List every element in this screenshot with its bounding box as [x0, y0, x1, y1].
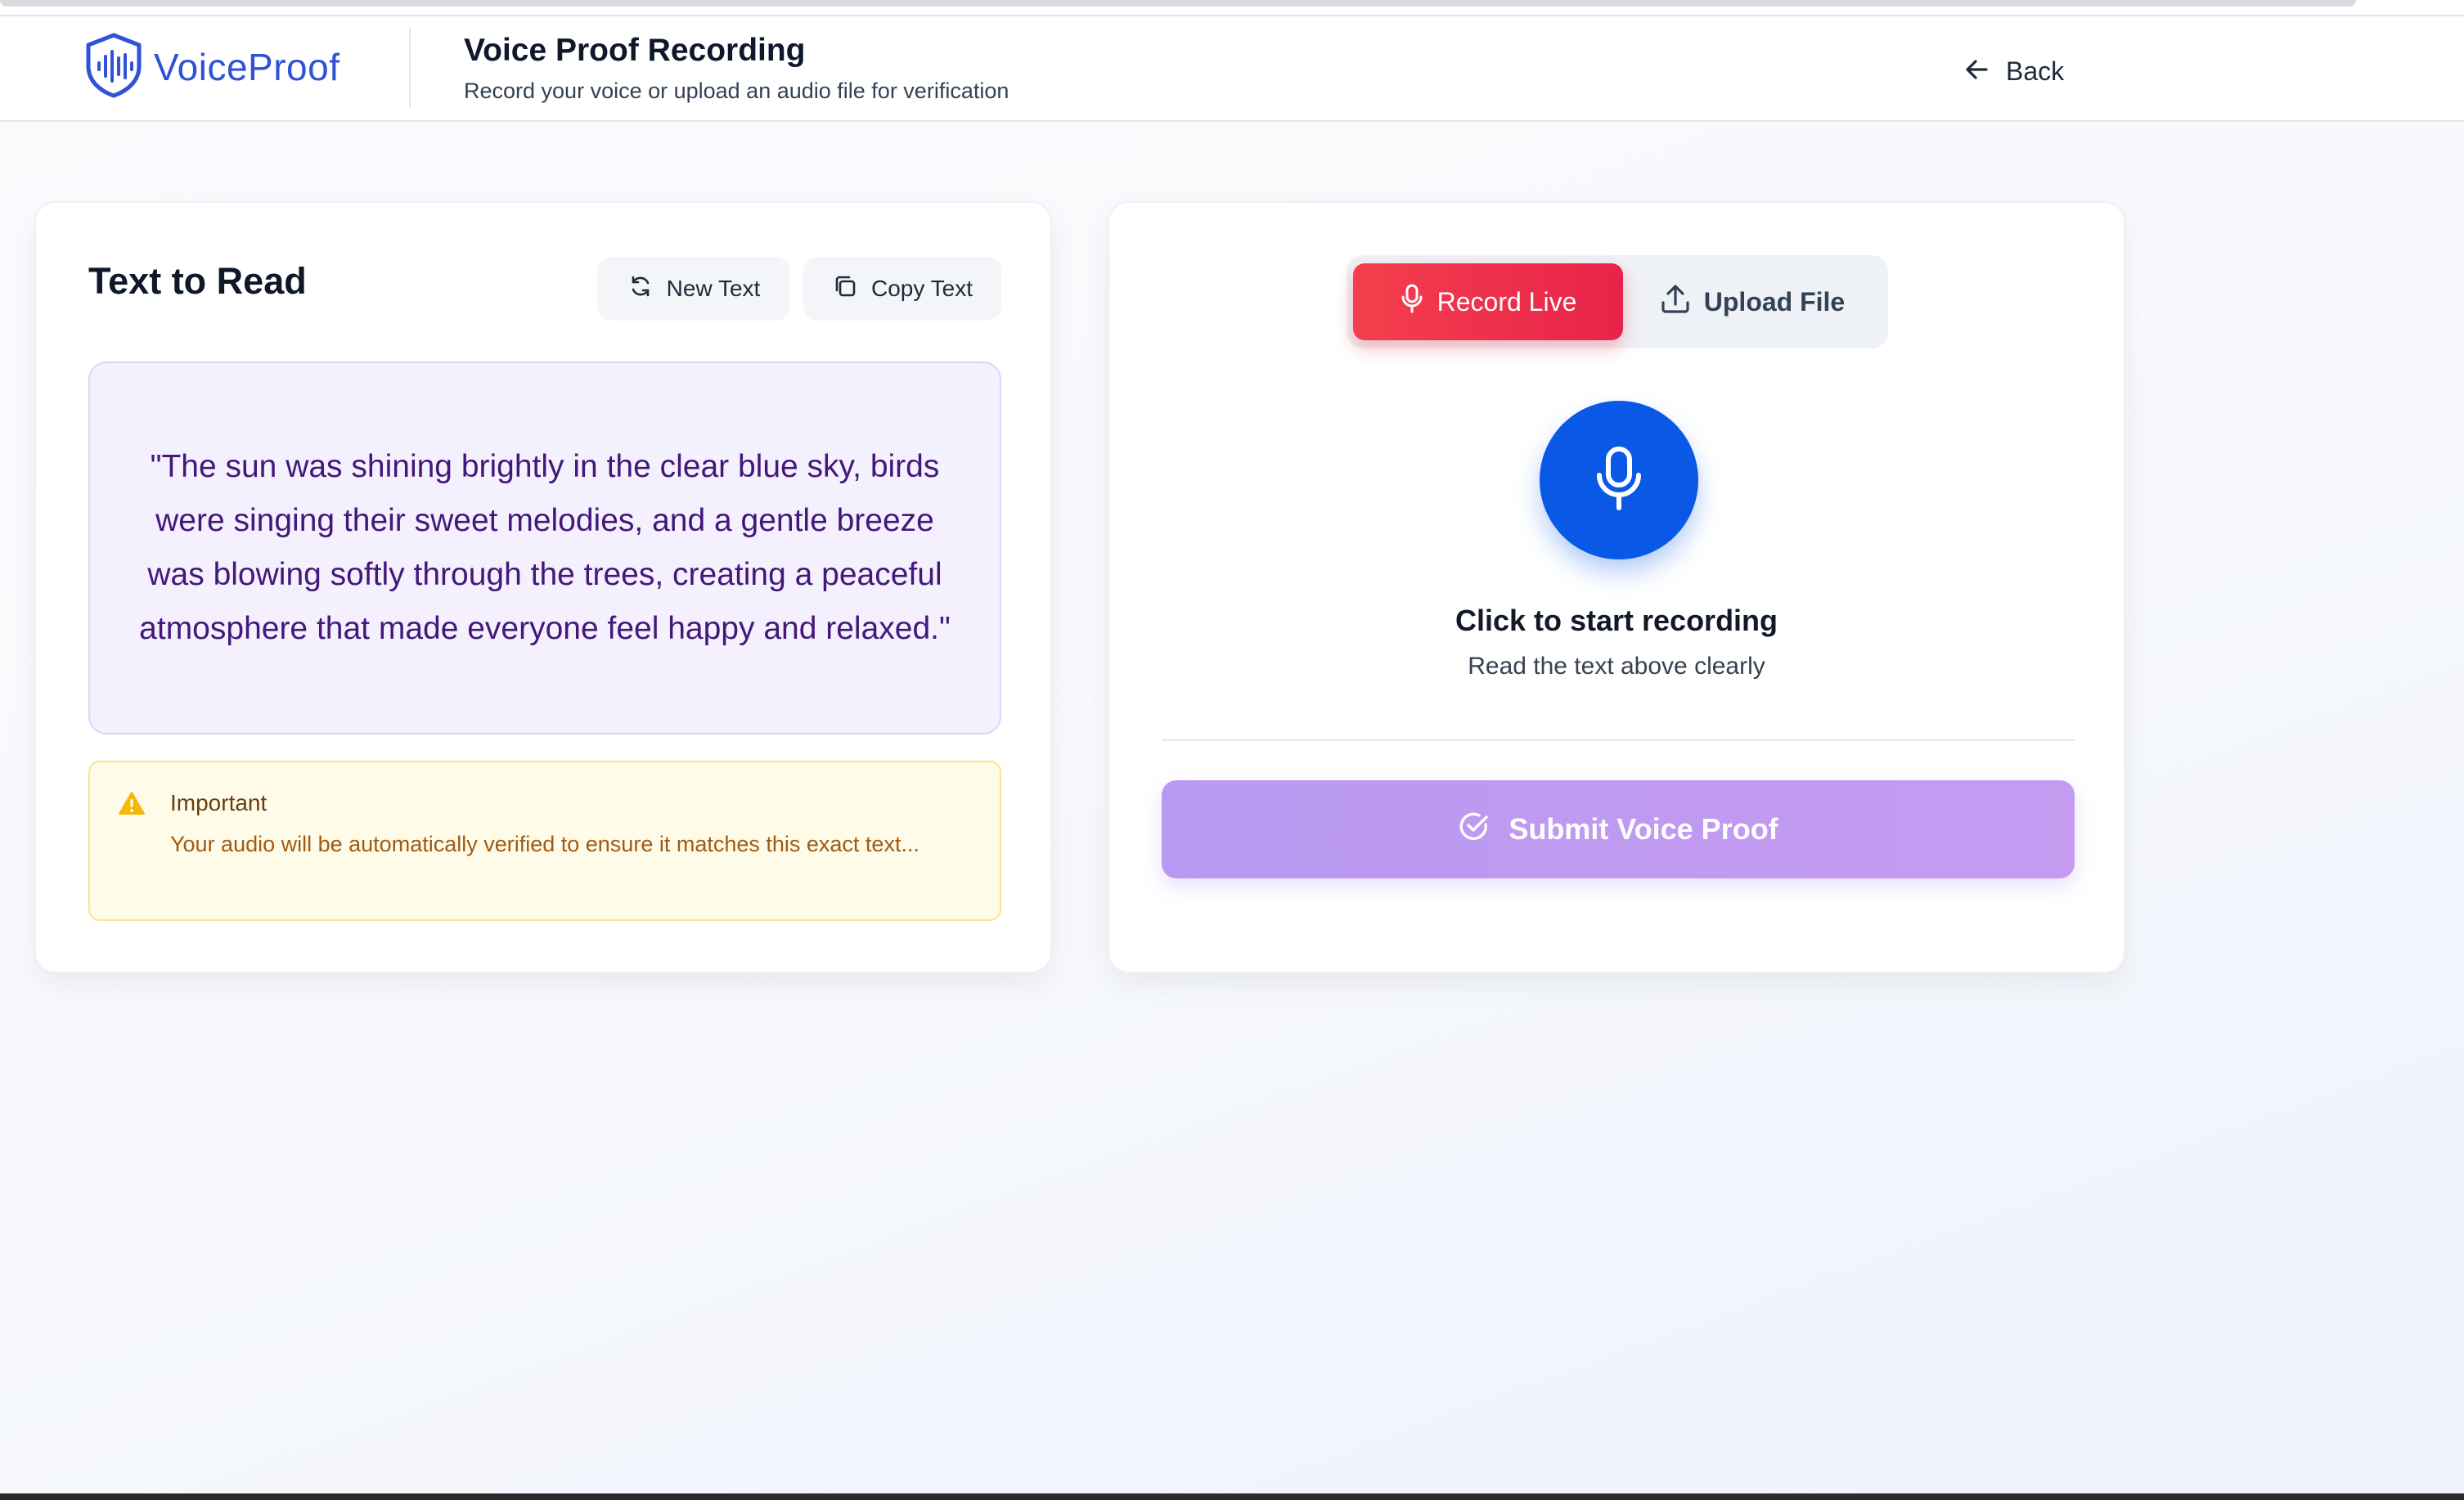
mode-toggle: Record Live Upload File [1347, 255, 1888, 348]
browser-top-strip [0, 0, 2464, 16]
app-header: VoiceProof Voice Proof Recording Record … [0, 16, 2464, 122]
start-recording-button[interactable] [1540, 401, 1698, 559]
back-button[interactable]: Back [1963, 51, 2064, 92]
record-live-label: Record Live [1437, 286, 1577, 317]
upload-file-tab[interactable]: Upload File [1623, 263, 1882, 340]
page-title: Voice Proof Recording [464, 33, 806, 68]
microphone-icon [1593, 446, 1645, 515]
brand-name: VoiceProof [154, 46, 340, 88]
back-label: Back [2006, 56, 2065, 86]
text-card-title: Text to Read [88, 260, 307, 302]
reading-text: "The sun was shining brightly in the cle… [139, 449, 951, 646]
notice-title: Important [170, 790, 268, 815]
upload-icon [1660, 283, 1691, 321]
logo[interactable]: VoiceProof [83, 32, 340, 103]
scrollbar-thumb[interactable] [0, 0, 2356, 7]
arrow-left-icon [1963, 56, 1991, 88]
shield-waveform-icon [83, 32, 144, 103]
copy-text-button[interactable]: Copy Text [803, 257, 1001, 321]
copy-text-label: Copy Text [871, 276, 973, 301]
text-to-read-card: Text to Read New Text Copy Text "The sun… [34, 201, 1052, 973]
refresh-icon [627, 273, 654, 305]
header-divider [409, 28, 411, 108]
submit-voice-proof-button[interactable]: Submit Voice Proof [1162, 780, 2075, 878]
submit-label: Submit Voice Proof [1509, 812, 1778, 846]
microphone-icon [1400, 284, 1424, 320]
recording-card: Record Live Upload File Click to start r… [1108, 201, 2125, 973]
new-text-label: New Text [666, 276, 761, 301]
reading-text-box: "The sun was shining brightly in the cle… [88, 362, 1001, 734]
bottom-edge [0, 1493, 2464, 1500]
section-divider [1162, 739, 2075, 741]
recording-prompt-subtitle: Read the text above clearly [1468, 653, 1765, 680]
warning-icon [118, 790, 146, 820]
new-text-button[interactable]: New Text [597, 257, 790, 321]
record-live-tab[interactable]: Record Live [1353, 263, 1623, 340]
upload-file-label: Upload File [1703, 286, 1846, 317]
important-notice: Important Your audio will be automatical… [88, 761, 1001, 921]
page-subtitle: Record your voice or upload an audio fil… [464, 79, 1009, 103]
recording-prompt-title: Click to start recording [1455, 604, 1778, 637]
notice-body: Your audio will be automatically verifie… [170, 832, 920, 856]
check-circle-icon [1458, 810, 1491, 850]
copy-icon [832, 273, 858, 305]
